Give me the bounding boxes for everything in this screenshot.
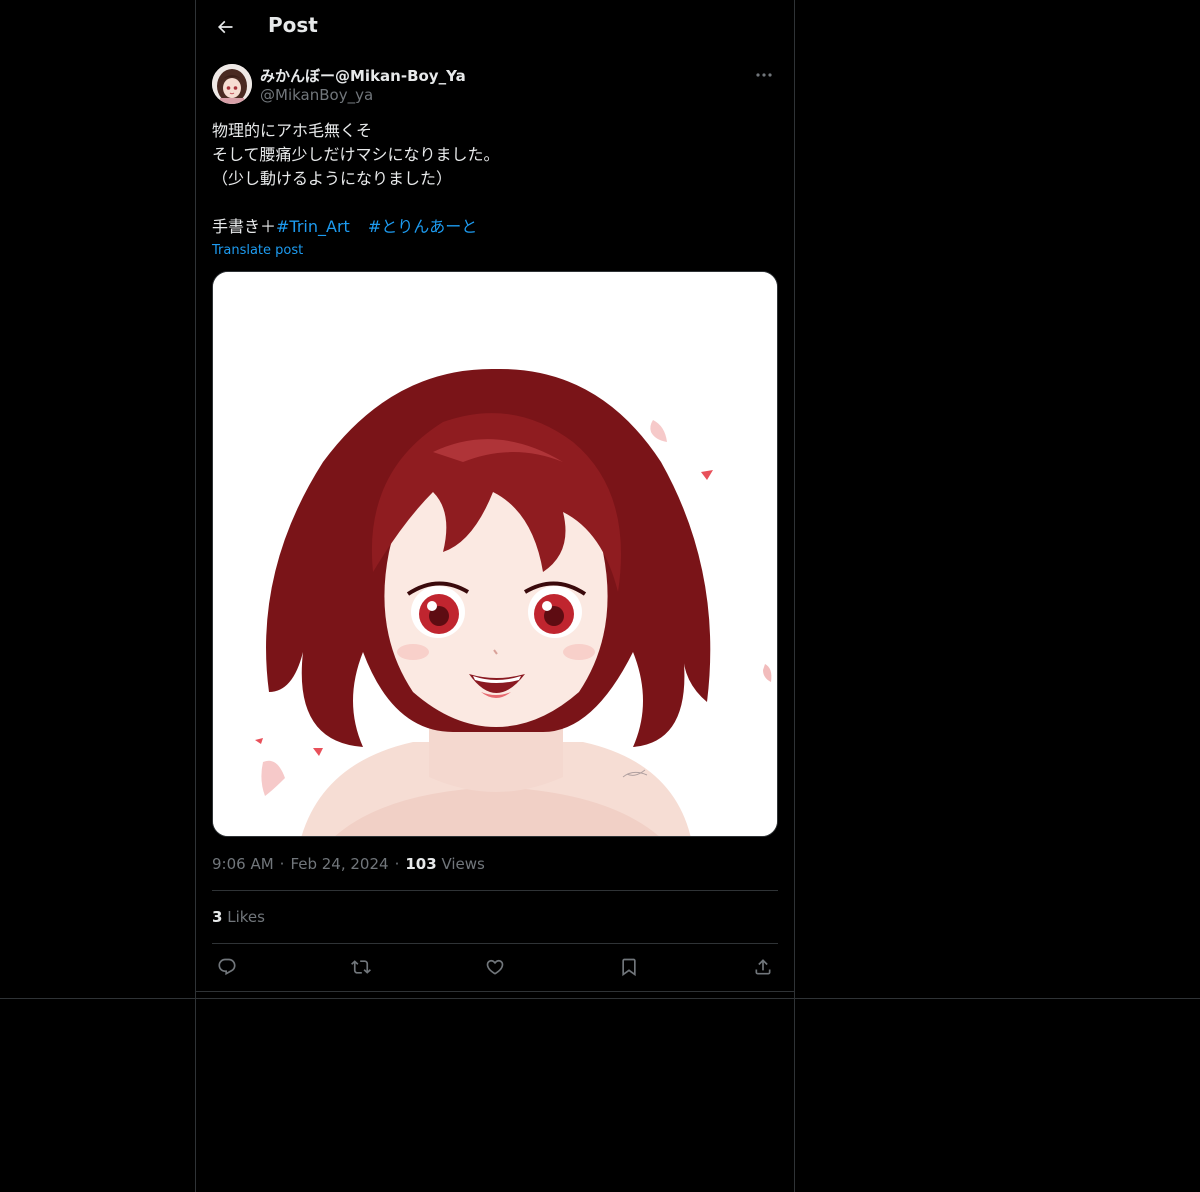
page-title: Post (268, 13, 318, 37)
bookmark-button[interactable] (614, 952, 644, 982)
post-meta: 9:06 AM · Feb 24, 2024 · 103 Views (212, 855, 485, 873)
reply-button[interactable] (212, 952, 242, 982)
translate-post-link[interactable]: Translate post (212, 243, 303, 258)
reply-icon (218, 958, 236, 976)
post-text-line-hashtags: 手書き＋#Trin_Art #とりんあーと (212, 215, 778, 239)
repost-button[interactable] (346, 952, 376, 982)
share-icon (755, 959, 771, 975)
post-author: みかんぼー@Mikan-Boy_Ya @MikanBoy_ya (212, 64, 778, 108)
meta-separator: · (394, 855, 400, 873)
post-time[interactable]: 9:06 AM (212, 855, 274, 873)
likes-count: 3 (212, 908, 223, 926)
post-bottom-border (196, 991, 794, 992)
avatar[interactable] (212, 64, 252, 104)
post-text: 物理的にアホ毛無くそ そして腰痛少しだけマシになりました。 （少し動けるようにな… (212, 119, 778, 239)
views-label: Views (441, 855, 485, 873)
more-icon (756, 73, 772, 77)
likes-link[interactable]: 3 Likes (212, 908, 265, 926)
divider (212, 890, 778, 891)
main-column: Post みかんぼー@Mikan-Boy_Ya @MikanBoy_ya 物理的… (195, 0, 795, 1192)
post-text-line: 物理的にアホ毛無くそ (212, 121, 373, 140)
likes-label: Likes (227, 908, 265, 926)
meta-separator: · (279, 855, 285, 873)
post-image[interactable] (212, 271, 778, 837)
post-date[interactable]: Feb 24, 2024 (290, 855, 388, 873)
divider (212, 943, 778, 944)
post-text-line: そして腰痛少しだけマシになりました。 (212, 145, 500, 164)
hashtag-link-trin-art[interactable]: #Trin_Art (276, 217, 350, 236)
author-display-name[interactable]: みかんぼー@Mikan-Boy_Ya (260, 65, 466, 86)
bookmark-icon (622, 958, 636, 977)
post-header: Post (196, 0, 794, 53)
repost-icon (351, 960, 371, 974)
like-button[interactable] (480, 952, 510, 982)
views-count: 103 (405, 855, 437, 873)
arrow-left-icon (217, 20, 233, 34)
hashtag-link-torin-art[interactable]: #とりんあーと (368, 217, 477, 236)
back-button[interactable] (208, 10, 242, 44)
author-handle[interactable]: @MikanBoy_ya (260, 86, 373, 104)
action-bar (212, 952, 778, 982)
more-options-button[interactable] (752, 66, 776, 84)
post-text-line: （少し動けるようになりました） (212, 169, 453, 188)
post-text-line (212, 191, 778, 215)
post-text-prefix: 手書き＋ (212, 217, 277, 236)
like-icon (486, 959, 504, 975)
share-button[interactable] (748, 952, 778, 982)
